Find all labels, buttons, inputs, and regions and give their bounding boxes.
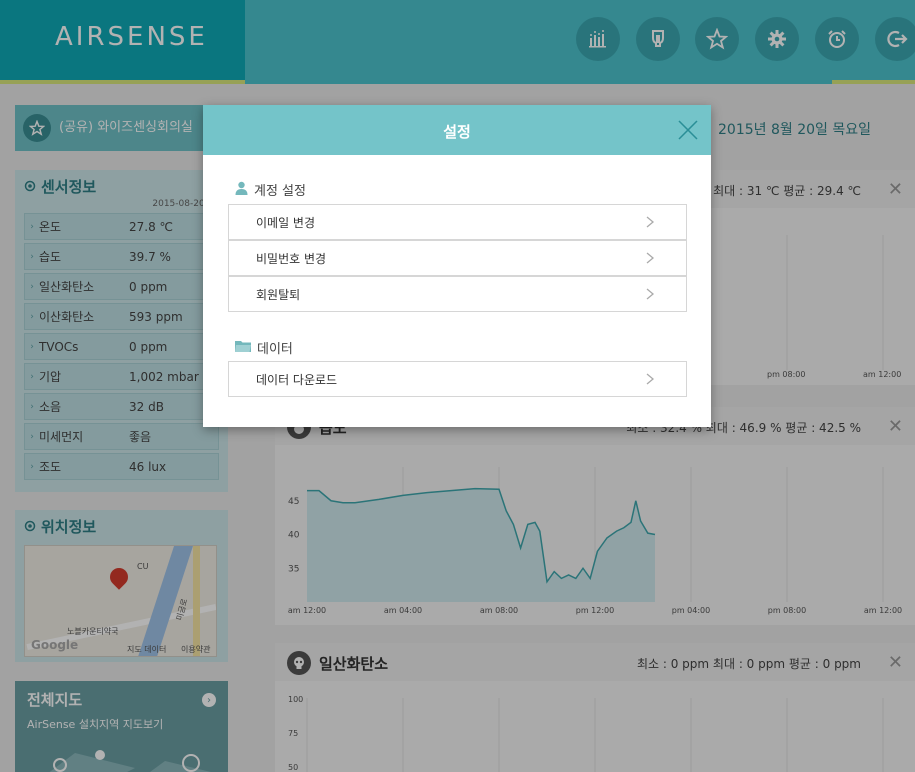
- close-icon[interactable]: [677, 119, 699, 141]
- withdraw-account-item[interactable]: 회원탈퇴: [228, 276, 687, 312]
- settings-modal: 설정 계정 설정 이메일 변경 비밀번호 변경 회원탈퇴 데이터 데이터 다운로…: [203, 105, 711, 427]
- chevron-right-icon: [646, 216, 655, 228]
- change-email-item[interactable]: 이메일 변경: [228, 204, 687, 240]
- folder-icon: [235, 340, 251, 356]
- change-password-item[interactable]: 비밀번호 변경: [228, 240, 687, 276]
- modal-header: 설정: [203, 105, 711, 155]
- chevron-right-icon: [646, 373, 655, 385]
- modal-title: 설정: [443, 123, 471, 141]
- account-settings-heading: 계정 설정: [235, 180, 306, 199]
- data-download-item[interactable]: 데이터 다운로드: [228, 361, 687, 397]
- user-icon: [235, 181, 248, 199]
- data-heading: 데이터: [235, 338, 293, 357]
- chevron-right-icon: [646, 252, 655, 264]
- chevron-right-icon: [646, 288, 655, 300]
